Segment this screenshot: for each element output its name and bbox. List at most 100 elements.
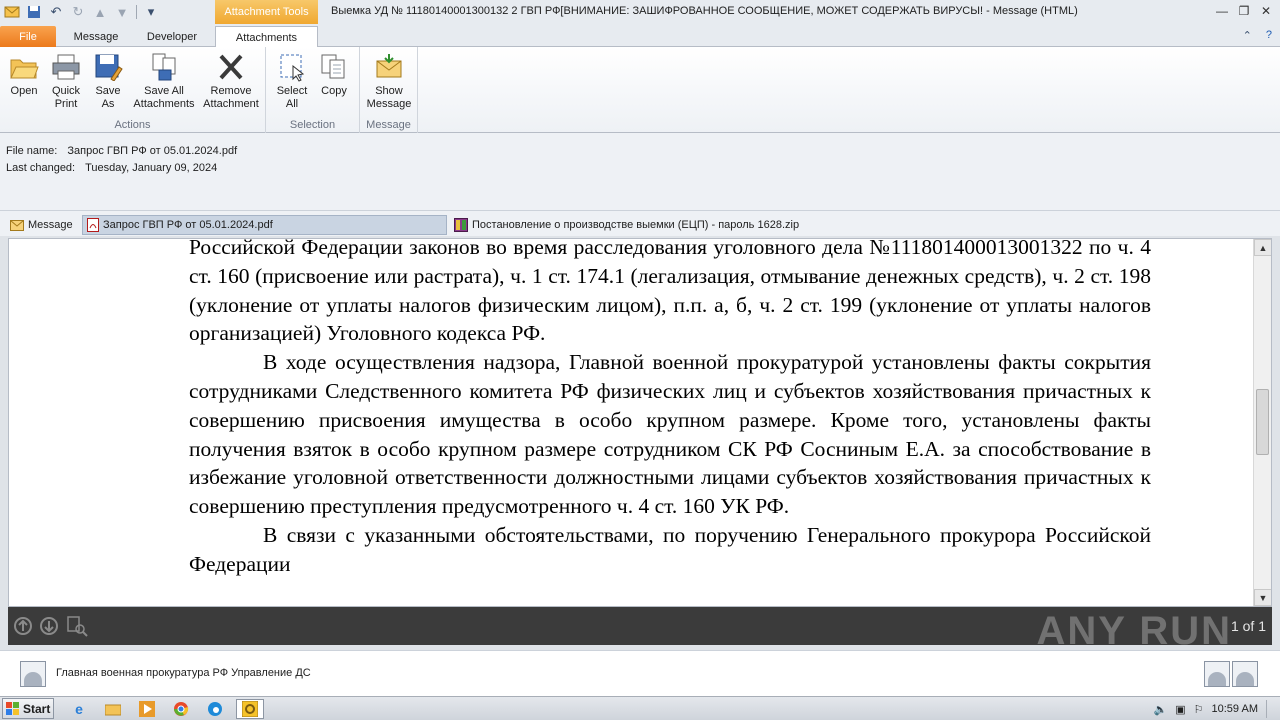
network-icon[interactable]: ▣ <box>1175 703 1185 716</box>
scroll-down-icon[interactable]: ▼ <box>1254 589 1271 606</box>
clock[interactable]: 10:59 AM <box>1212 703 1258 715</box>
undo-icon[interactable]: ↶ <box>46 2 66 22</box>
quick-print-button[interactable]: Quick Print <box>46 51 86 111</box>
attachment-pdf-label: Запрос ГВП РФ от 05.01.2024.pdf <box>103 219 273 231</box>
attachment-pdf[interactable]: Запрос ГВП РФ от 05.01.2024.pdf <box>82 215 447 235</box>
restore-icon[interactable]: ❐ <box>1234 2 1254 20</box>
ribbon: Open Quick Print Save As Save All Attach… <box>0 47 1280 133</box>
pdf-page: Российской Федерации законов во время ра… <box>189 238 1151 579</box>
save-icon[interactable] <box>24 2 44 22</box>
scroll-thumb[interactable] <box>1256 389 1269 455</box>
minimize-icon[interactable]: — <box>1212 2 1232 20</box>
copy-button[interactable]: Copy <box>314 51 354 98</box>
contextual-tab-label: Attachment Tools <box>215 0 318 24</box>
doc-paragraph-2: В ходе осуществления надзора, Главной во… <box>189 350 1151 519</box>
show-desktop-button[interactable] <box>1266 700 1276 718</box>
attachment-message-label: Message <box>28 219 73 231</box>
anyrun-watermark: ANY RUN <box>1036 609 1232 653</box>
sender-avatar[interactable] <box>20 661 46 687</box>
scroll-up-icon[interactable]: ▲ <box>1254 239 1271 256</box>
zip-icon <box>454 218 468 232</box>
sender-name[interactable]: Главная военная прокуратура РФ Управлени… <box>56 667 311 679</box>
printer-icon <box>50 51 82 83</box>
attachment-strip: Message Запрос ГВП РФ от 05.01.2024.pdf … <box>0 210 1280 236</box>
next-item-icon[interactable]: ▼ <box>112 2 132 22</box>
tab-message[interactable]: Message <box>60 26 132 47</box>
last-changed-row: Last changed: Tuesday, January 09, 2024 <box>6 162 217 174</box>
select-all-icon <box>276 51 308 83</box>
file-name-label: File name: <box>6 145 58 157</box>
system-tray: 🔈 ▣ ⚐ 10:59 AM <box>1154 700 1276 718</box>
next-page-icon[interactable] <box>38 615 60 637</box>
show-message-button[interactable]: Show Message <box>366 51 412 111</box>
media-player-icon[interactable] <box>136 699 158 719</box>
ie-icon[interactable]: e <box>68 699 90 719</box>
file-name-value: Запрос ГВП РФ от 05.01.2024.pdf <box>67 145 238 157</box>
quick-print-label: Quick Print <box>51 85 81 110</box>
tab-attachments[interactable]: Attachments <box>215 26 318 48</box>
save-as-label: Save As <box>95 85 121 110</box>
envelope-icon <box>10 219 24 231</box>
show-message-label: Show Message <box>366 85 412 110</box>
selection-group-label: Selection <box>289 119 336 131</box>
redo-icon[interactable]: ↻ <box>68 2 88 22</box>
save-all-label: Save All Attachments <box>133 85 195 110</box>
ribbon-tabs: File Message Developer Attachments ⌃ ? <box>0 24 1280 48</box>
attachment-preview[interactable]: Российской Федерации законов во время ра… <box>8 238 1272 607</box>
save-all-icon <box>148 51 180 83</box>
window-controls: — ❐ ✕ <box>1212 2 1276 20</box>
tab-file[interactable]: File <box>0 26 56 47</box>
quick-access-toolbar: ↶ ↻ ▲ ▼ ▾ <box>0 0 161 24</box>
vertical-scrollbar[interactable]: ▲ ▼ <box>1253 239 1271 606</box>
remove-x-icon <box>215 51 247 83</box>
doc-paragraph-1: Российской Федерации законов во время ра… <box>189 238 1151 346</box>
message-group-label: Message <box>366 119 411 131</box>
windows-logo-icon <box>6 701 19 715</box>
save-as-button[interactable]: Save As <box>88 51 128 111</box>
attachment-message[interactable]: Message <box>6 215 77 235</box>
open-button[interactable]: Open <box>4 51 44 98</box>
attachment-zip[interactable]: Постановление о производстве выемки (ЕЦП… <box>450 215 803 235</box>
close-icon[interactable]: ✕ <box>1256 2 1276 20</box>
copy-icon <box>318 51 350 83</box>
file-name-row: File name: Запрос ГВП РФ от 05.01.2024.p… <box>6 145 237 157</box>
attachment-zip-label: Постановление о производстве выемки (ЕЦП… <box>472 219 800 231</box>
pdf-icon <box>87 218 99 232</box>
speaker-icon[interactable]: 🔈 <box>1154 703 1168 716</box>
save-all-attachments-button[interactable]: Save All Attachments <box>130 51 198 111</box>
outlook-app-icon[interactable] <box>2 2 22 22</box>
find-page-icon[interactable] <box>66 615 88 637</box>
folder-open-icon <box>8 51 40 83</box>
tab-developer[interactable]: Developer <box>134 26 210 47</box>
help-icon[interactable]: ? <box>1266 29 1272 42</box>
start-label: Start <box>23 701 51 716</box>
attachment-info: File name: Запрос ГВП РФ от 05.01.2024.p… <box>0 133 1280 210</box>
copy-label: Copy <box>321 85 347 97</box>
remove-attachment-button[interactable]: Remove Attachment <box>198 51 264 111</box>
page-navigation-bar: ANY RUN 1 of 1 <box>8 607 1272 653</box>
show-message-icon <box>373 51 405 83</box>
last-changed-label: Last changed: <box>6 162 76 174</box>
flag-icon[interactable]: ⚐ <box>1194 703 1204 716</box>
explorer-icon[interactable] <box>102 699 124 719</box>
doc-paragraph-3: В связи с указанными обстоятельствами, п… <box>189 522 1151 576</box>
people-avatar-1[interactable] <box>1204 661 1230 687</box>
select-all-button[interactable]: Select All <box>272 51 312 111</box>
collapse-ribbon-icon[interactable]: ⌃ <box>1243 29 1252 42</box>
group-actions: Open Quick Print Save As Save All Attach… <box>0 47 266 133</box>
chrome-icon[interactable] <box>170 699 192 719</box>
actions-group-label: Actions <box>114 119 151 131</box>
group-selection: Select All Copy Selection <box>266 47 360 133</box>
people-avatar-2[interactable] <box>1232 661 1258 687</box>
edge-icon[interactable] <box>204 699 226 719</box>
page-count: 1 of 1 <box>1230 618 1266 634</box>
customize-qat-icon[interactable]: ▾ <box>141 2 161 22</box>
start-button[interactable]: Start <box>2 698 54 719</box>
previous-page-icon[interactable] <box>12 615 34 637</box>
remove-attachment-label: Remove Attachment <box>203 85 259 110</box>
ribbon-controls: ⌃ ? <box>1243 29 1272 42</box>
last-changed-value: Tuesday, January 09, 2024 <box>85 162 218 174</box>
outlook-taskbar-icon[interactable] <box>236 699 264 719</box>
previous-item-icon[interactable]: ▲ <box>90 2 110 22</box>
taskbar: Start e 🔈 ▣ ⚐ 10:59 AM <box>0 696 1280 720</box>
